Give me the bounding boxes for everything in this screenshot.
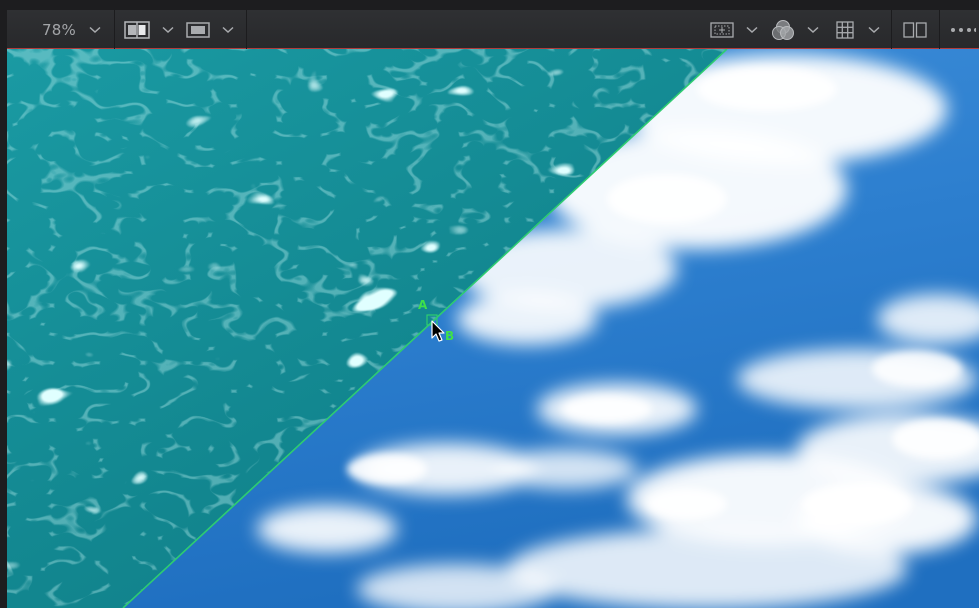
window-left-edge	[0, 0, 7, 608]
overlay-icon	[186, 21, 210, 38]
overlay-menu-button[interactable]	[219, 10, 237, 49]
color-channels-icon	[772, 19, 794, 40]
split-view-button[interactable]	[121, 10, 153, 49]
toolbar-divider	[939, 10, 940, 49]
toolbar-divider	[246, 10, 247, 49]
chevron-down-icon	[89, 26, 101, 33]
split-view-icon	[124, 20, 150, 39]
more-options-button[interactable]	[947, 10, 979, 49]
overlay-button[interactable]	[183, 10, 213, 49]
safe-area-button[interactable]	[708, 10, 736, 49]
grid-menu-button[interactable]	[865, 10, 883, 49]
dual-viewer-button[interactable]	[901, 10, 929, 49]
zoom-value: 78%	[42, 20, 76, 39]
toolbar-divider	[891, 10, 892, 49]
zoom-level[interactable]: 78%	[37, 10, 81, 49]
split-view-menu-button[interactable]	[159, 10, 177, 49]
color-channels-button[interactable]	[769, 10, 797, 49]
viewer-canvas[interactable]: A B	[7, 49, 979, 608]
viewer-toolbar: 78%	[7, 10, 979, 49]
safe-area-menu-button[interactable]	[743, 10, 761, 49]
chevron-down-icon	[222, 26, 234, 33]
window-top-edge	[0, 0, 979, 10]
chevron-down-icon	[746, 26, 758, 33]
chevron-down-icon	[162, 26, 174, 33]
dual-viewer-icon	[903, 21, 927, 38]
more-options-icon	[951, 27, 976, 32]
toolbar-divider	[114, 10, 115, 49]
chevron-down-icon	[868, 26, 880, 33]
wipe-label-a: A	[418, 298, 428, 312]
chevron-down-icon	[807, 26, 819, 33]
color-channels-menu-button[interactable]	[804, 10, 822, 49]
zoom-menu-button[interactable]	[85, 10, 105, 49]
safe-area-icon	[710, 21, 734, 38]
grid-icon	[836, 20, 854, 39]
grid-button[interactable]	[833, 10, 857, 49]
wipe-label-b: B	[445, 329, 454, 343]
